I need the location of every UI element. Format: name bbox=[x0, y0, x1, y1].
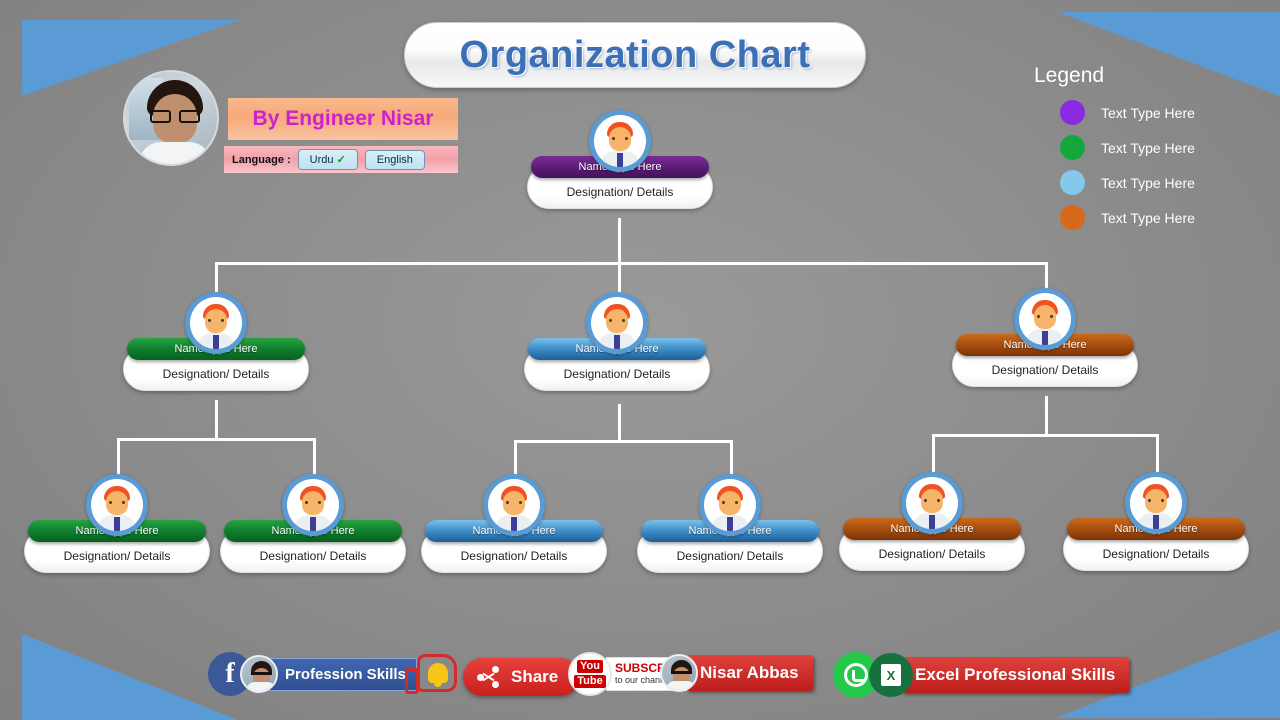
person-avatar-icon bbox=[185, 292, 247, 354]
legend-color-dot-green bbox=[1060, 135, 1085, 160]
org-node-detail: Designation/ Details bbox=[991, 363, 1099, 377]
bell-icon bbox=[428, 663, 448, 687]
language-option-english[interactable]: English bbox=[364, 149, 425, 170]
legend-item: Text Type Here bbox=[1060, 170, 1195, 195]
connector-root-down bbox=[618, 218, 621, 264]
legend-item-label: Text Type Here bbox=[1101, 104, 1195, 121]
connector-l2-b-down bbox=[618, 404, 621, 442]
connector-l3-a-bus bbox=[117, 438, 315, 441]
share-label: Share bbox=[511, 667, 559, 686]
language-selector: Language : Urdu ✓ English bbox=[224, 146, 458, 173]
channel-badge[interactable]: Nisar Abbas bbox=[660, 654, 813, 692]
org-node-detail: Designation/ Details bbox=[563, 367, 671, 381]
connector-level2-bus bbox=[215, 262, 1047, 265]
office-letter: X bbox=[886, 667, 896, 683]
author-byline: By Engineer Nisar bbox=[228, 98, 458, 140]
legend-color-dot-purple bbox=[1060, 100, 1085, 125]
footer-social-bar: f Profession Skills Share You Tube SUBSC… bbox=[0, 650, 1280, 698]
person-avatar-icon bbox=[901, 472, 963, 534]
person-avatar-icon bbox=[1125, 472, 1187, 534]
language-label: Language : bbox=[232, 153, 291, 166]
connector-l2-a-down bbox=[215, 400, 218, 440]
org-node-detail: Designation/ Details bbox=[878, 547, 986, 561]
youtube-tube-text: Tube bbox=[574, 675, 606, 688]
office-icon: X bbox=[869, 653, 913, 697]
legend-item: Text Type Here bbox=[1060, 135, 1195, 160]
share-button[interactable]: Share bbox=[463, 658, 581, 696]
channel-profile-photo bbox=[660, 654, 698, 692]
org-node-detail: Designation/ Details bbox=[162, 367, 270, 381]
person-avatar-icon bbox=[699, 474, 761, 536]
legend-item-label: Text Type Here bbox=[1101, 174, 1195, 191]
author-byline-text: By Engineer Nisar bbox=[252, 107, 434, 130]
page-title-text: Organization Chart bbox=[459, 33, 811, 76]
org-node-detail: Designation/ Details bbox=[460, 549, 568, 563]
like-bell-icon[interactable] bbox=[405, 654, 457, 696]
connector-l2-c-down bbox=[1045, 396, 1048, 436]
avatar-body bbox=[139, 142, 211, 164]
connector-l3-c-bus bbox=[932, 434, 1158, 437]
legend-title: Legend bbox=[1034, 64, 1105, 87]
legend-item: Text Type Here bbox=[1060, 100, 1195, 125]
org-node-detail: Designation/ Details bbox=[676, 549, 784, 563]
org-node-detail: Designation/ Details bbox=[1102, 547, 1210, 561]
channel-name-label: Nisar Abbas bbox=[686, 655, 813, 691]
org-node-detail: Designation/ Details bbox=[63, 549, 171, 563]
org-node-detail: Designation/ Details bbox=[566, 185, 674, 199]
page-title: Organization Chart bbox=[404, 22, 866, 88]
legend-item-label: Text Type Here bbox=[1101, 209, 1195, 226]
whatsapp-label: Excel Professional Skills bbox=[901, 657, 1130, 693]
glasses-icon bbox=[150, 110, 200, 123]
org-node-detail: Designation/ Details bbox=[259, 549, 367, 563]
facebook-profile-photo bbox=[240, 655, 278, 693]
legend-color-dot-orange bbox=[1060, 205, 1085, 230]
person-avatar-icon bbox=[586, 292, 648, 354]
author-avatar bbox=[123, 70, 219, 166]
legend-item: Text Type Here bbox=[1060, 205, 1195, 230]
person-avatar-icon bbox=[86, 474, 148, 536]
language-option-urdu-label: Urdu bbox=[309, 154, 334, 166]
person-avatar-icon bbox=[1014, 288, 1076, 350]
legend-color-dot-blue bbox=[1060, 170, 1085, 195]
person-avatar-icon bbox=[589, 110, 651, 172]
legend-item-label: Text Type Here bbox=[1101, 139, 1195, 156]
facebook-badge[interactable]: f Profession Skills bbox=[208, 652, 417, 696]
youtube-you-text: You bbox=[577, 660, 603, 673]
thumbs-up-icon bbox=[405, 654, 457, 696]
person-avatar-icon bbox=[483, 474, 545, 536]
connector-l3-b-bus bbox=[514, 440, 732, 443]
person-avatar-icon bbox=[282, 474, 344, 536]
facebook-page-label: Profession Skills bbox=[268, 657, 417, 691]
check-icon: ✓ bbox=[336, 154, 346, 166]
share-icon bbox=[477, 666, 499, 688]
language-option-urdu[interactable]: Urdu ✓ bbox=[297, 149, 358, 170]
youtube-icon: You Tube bbox=[568, 652, 612, 696]
whatsapp-badge[interactable]: X Excel Professional Skills bbox=[833, 652, 1130, 698]
legend: Legend Text Type Here Text Type Here Tex… bbox=[1034, 64, 1195, 240]
